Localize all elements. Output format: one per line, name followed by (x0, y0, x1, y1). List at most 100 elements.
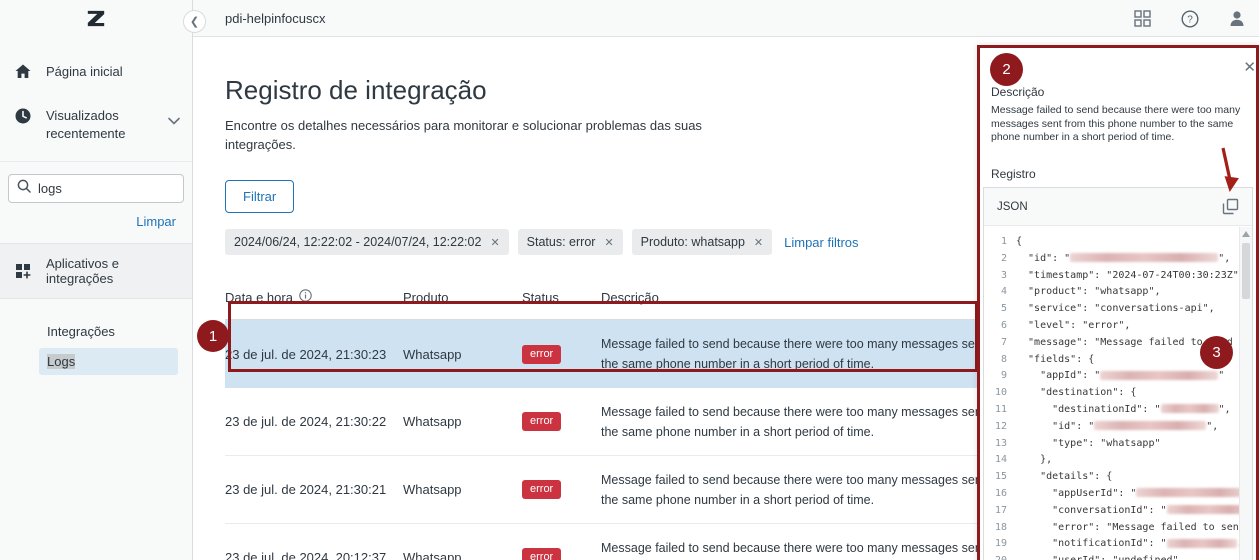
code-text: "product": "whatsapp", (1016, 284, 1161, 301)
user-avatar-icon[interactable] (1229, 10, 1245, 27)
code-line: 9 "appId": "" (988, 368, 1239, 385)
filter-button[interactable]: Filtrar (225, 180, 294, 213)
code-text: }, (1016, 452, 1052, 469)
redacted-value (1167, 539, 1237, 548)
line-number: 4 (988, 284, 1007, 301)
line-number: 2 (988, 251, 1007, 268)
cell-product: Whatsapp (403, 414, 522, 429)
code-text: "type": "whatsapp" (1016, 436, 1161, 453)
code-line: 14 }, (988, 452, 1239, 469)
home-icon (14, 64, 32, 79)
status-badge: error (522, 548, 561, 560)
line-number: 6 (988, 318, 1007, 335)
sidebar-item-label: Visualizados recentemente (46, 107, 142, 143)
sidebar-item-recent[interactable]: Visualizados recentemente (0, 97, 192, 153)
code-text: "appUserId": " (1016, 486, 1239, 503)
topbar: pdi-helpinfocuscx ? (193, 0, 1259, 37)
line-number: 5 (988, 301, 1007, 318)
clear-filters-link[interactable]: Limpar filtros (784, 235, 858, 250)
code-line: 16 "appUserId": " (988, 486, 1239, 503)
remove-filter-icon[interactable]: ✕ (604, 236, 613, 249)
clear-search-link[interactable]: Limpar (136, 214, 176, 229)
line-number: 20 (988, 553, 1007, 560)
panel-description-text: Message failed to send because there wer… (991, 104, 1243, 145)
redacted-value (1136, 488, 1239, 497)
filter-chip: Produto: whatsapp✕ (632, 229, 772, 255)
code-line: 12 "id": "", (988, 419, 1239, 436)
sidebar-item-label: Aplicativos e integrações (46, 256, 180, 286)
annotation-badge-2: 2 (990, 53, 1023, 86)
account-name: pdi-helpinfocuscx (225, 11, 325, 26)
code-text: "id": "", (1016, 419, 1218, 436)
panel-registro-label: Registro (991, 167, 1036, 181)
annotation-badge-1: 1 (197, 320, 229, 352)
line-number: 10 (988, 385, 1007, 402)
line-number: 19 (988, 536, 1007, 553)
code-text: "timestamp": "2024-07-24T00:30:23Z", (1016, 268, 1239, 285)
code-line: 19 "notificationId": ".. (988, 536, 1239, 553)
sidebar-item-logs[interactable]: Logs (39, 348, 178, 375)
sidebar-item-home[interactable]: Página inicial (0, 53, 192, 91)
sidebar-item-integrations[interactable]: Integrações (0, 317, 192, 346)
code-text: "details": { (1016, 469, 1112, 486)
clock-icon (14, 108, 32, 124)
filter-chip-label: 2024/06/24, 12:22:02 - 2024/07/24, 12:22… (234, 235, 481, 249)
line-number: 18 (988, 520, 1007, 537)
json-block-header: JSON (984, 188, 1252, 226)
code-text: "fields": { (1016, 352, 1094, 369)
sidebar: Página inicial Visualizados recentemente… (0, 0, 193, 560)
cell-datetime: 23 de jul. de 2024, 21:30:21 (225, 482, 403, 497)
chevron-down-icon[interactable] (168, 113, 180, 128)
sidebar-divider (0, 161, 192, 162)
line-number: 9 (988, 368, 1007, 385)
search-input[interactable] (38, 181, 168, 196)
code-text: "service": "conversations-api", (1016, 301, 1215, 318)
product-switcher-icon[interactable] (1134, 10, 1151, 27)
cell-product: Whatsapp (403, 482, 522, 497)
redacted-value (1100, 371, 1218, 380)
code-line: 15 "details": { (988, 469, 1239, 486)
scrollbar[interactable] (1239, 227, 1252, 560)
sidebar-item-apps-integrations[interactable]: Aplicativos e integrações (0, 243, 192, 299)
code-text: { (1016, 234, 1022, 251)
search-icon (17, 179, 31, 198)
line-number: 13 (988, 436, 1007, 453)
line-number: 14 (988, 452, 1007, 469)
copy-icon[interactable] (1222, 198, 1239, 215)
code-text: "destination": { (1016, 385, 1136, 402)
column-header-status: Status (522, 289, 601, 305)
redacted-value (1094, 421, 1206, 430)
sidebar-collapse-button[interactable]: ❮ (183, 10, 206, 33)
line-number: 8 (988, 352, 1007, 369)
apps-integrations-icon (14, 263, 32, 279)
line-number: 11 (988, 402, 1007, 419)
info-icon[interactable] (299, 289, 312, 305)
remove-filter-icon[interactable]: ✕ (490, 236, 499, 249)
redacted-value (1167, 505, 1239, 514)
line-number: 15 (988, 469, 1007, 486)
json-code-body: 1{2 "id": "",3 "timestamp": "2024-07-24T… (984, 227, 1239, 560)
line-number: 3 (988, 268, 1007, 285)
scrollbar-up-arrow[interactable] (1242, 231, 1250, 237)
code-text: "id": "", (1016, 251, 1230, 268)
code-line: 13 "type": "whatsapp" (988, 436, 1239, 453)
code-line: 4 "product": "whatsapp", (988, 284, 1239, 301)
code-text: "destinationId": "", (1016, 402, 1231, 419)
code-text: "error": "Message failed to send (1016, 520, 1239, 537)
filter-chip: 2024/06/24, 12:22:02 - 2024/07/24, 12:22… (225, 229, 509, 255)
close-icon[interactable]: ✕ (1243, 58, 1256, 76)
sidebar-search[interactable] (8, 174, 184, 203)
cell-product: Whatsapp (403, 347, 522, 362)
help-icon[interactable]: ? (1181, 10, 1199, 28)
json-format-label: JSON (997, 201, 1028, 213)
column-header-product: Produto (403, 289, 522, 305)
code-line: 3 "timestamp": "2024-07-24T00:30:23Z", (988, 268, 1239, 285)
json-code-block: JSON 3 1{2 "id": "",3 "timestamp": "2024… (983, 187, 1253, 560)
remove-filter-icon[interactable]: ✕ (754, 236, 763, 249)
line-number: 17 (988, 503, 1007, 520)
line-number: 16 (988, 486, 1007, 503)
line-number: 7 (988, 335, 1007, 352)
status-badge: error (522, 345, 561, 364)
code-text: "level": "error", (1016, 318, 1130, 335)
scrollbar-thumb[interactable] (1242, 243, 1250, 299)
